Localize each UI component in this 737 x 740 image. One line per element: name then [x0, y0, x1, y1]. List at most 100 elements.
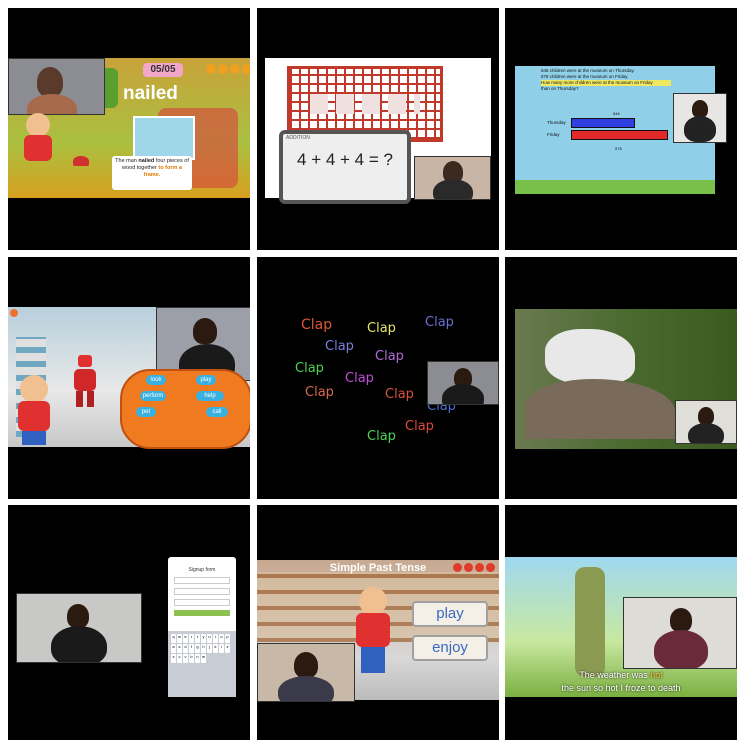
key[interactable]: o [219, 634, 224, 643]
close-button[interactable] [486, 563, 495, 572]
clap-word-4: Clap [325, 339, 354, 354]
signer-video [675, 400, 737, 444]
video-tile-clap[interactable]: Clap Clap Clap Clap Clap Clap Clap Clap … [257, 257, 499, 499]
keyboard: q w e r t y u i o p a s d f g h j k l z … [168, 631, 236, 697]
round-buttons [206, 64, 250, 74]
video-tile-nailed[interactable]: 05/05 nailed The man nailed four pieces … [8, 8, 250, 250]
robot [70, 355, 100, 407]
subtitle-line-2: the sun so hot I froze to death [561, 683, 681, 693]
bar-thursday [571, 118, 635, 128]
bar-label-friday: Friday [547, 132, 560, 137]
settings-button[interactable] [230, 64, 240, 74]
key[interactable]: r [189, 634, 194, 643]
key[interactable]: l [219, 644, 224, 653]
video-tile-robot-game[interactable]: look play perform help pet call [8, 257, 250, 499]
verb-button-look[interactable]: look [146, 375, 166, 385]
bar-friday [571, 130, 668, 140]
video-tile-multiplication[interactable]: ADDITION 4 + 4 + 4 = ? [257, 8, 499, 250]
key[interactable]: z [225, 644, 230, 653]
equation: 4 + 4 + 4 = ? [297, 150, 393, 169]
key[interactable]: v [183, 654, 188, 663]
clap-word-6: Clap [295, 361, 324, 376]
verb-button-perform[interactable]: perform [140, 391, 166, 401]
subtitle-line-1: The weather was hot [579, 670, 663, 680]
clap-word-7: Clap [345, 371, 374, 386]
key[interactable]: d [183, 644, 188, 653]
submit-button[interactable] [174, 610, 230, 616]
clap-word-2: Clap [367, 321, 396, 336]
key[interactable]: s [177, 644, 182, 653]
cartoon-boy [14, 375, 54, 445]
phone-screen: Signup form q w e r t y u i o p a s d f … [168, 557, 236, 697]
video-tile-white-tiger[interactable] [505, 257, 737, 499]
signer-body [27, 94, 77, 114]
video-tile-past-tense[interactable]: Simple Past Tense play enjoy [257, 505, 499, 740]
key[interactable]: h [201, 644, 206, 653]
grass [515, 180, 715, 194]
verb-button-play[interactable]: play [196, 375, 216, 385]
key[interactable]: g [195, 644, 200, 653]
key[interactable]: p [225, 634, 230, 643]
signer-video [16, 593, 142, 663]
signer-video [427, 361, 499, 405]
clap-word-3: Clap [425, 315, 454, 330]
clap-word-1: Clap [301, 317, 333, 333]
key[interactable]: e [183, 634, 188, 643]
key[interactable]: b [189, 654, 194, 663]
video-tile-signup-form[interactable]: Signup form q w e r t y u i o p a s d f … [8, 505, 250, 740]
clap-word-8: Clap [305, 385, 334, 400]
video-tile-word-problem[interactable]: 846 children were at the museum on Thurs… [505, 8, 737, 250]
key[interactable]: t [195, 634, 200, 643]
back-button[interactable] [10, 309, 18, 317]
vocabulary-word: nailed [123, 83, 178, 104]
key[interactable]: a [171, 644, 176, 653]
key[interactable]: k [213, 644, 218, 653]
signer-video [623, 597, 737, 669]
form-field[interactable] [174, 588, 230, 595]
verb-button-pet[interactable]: pet [136, 407, 156, 417]
tablet-label: ADDITION [286, 135, 310, 141]
key[interactable]: j [207, 644, 212, 653]
key[interactable]: q [171, 634, 176, 643]
bar-value-top: 846 [613, 111, 620, 116]
close-button[interactable] [242, 64, 250, 74]
key[interactable]: n [195, 654, 200, 663]
home-button[interactable] [206, 64, 216, 74]
bar-value-bottom: 578 [615, 146, 622, 151]
sound-button[interactable] [464, 563, 473, 572]
verb-button-play[interactable]: play [412, 601, 488, 627]
illustration-frame [133, 116, 195, 160]
clap-word-9: Clap [385, 387, 414, 402]
key[interactable]: w [177, 634, 182, 643]
signer-video [8, 58, 105, 115]
key[interactable]: c [177, 654, 182, 663]
key[interactable]: x [171, 654, 176, 663]
progress-counter: 05/05 [143, 63, 183, 77]
round-buttons [453, 563, 495, 572]
key[interactable]: u [207, 634, 212, 643]
clap-word-5: Clap [375, 349, 404, 364]
bar-label-thursday: Thursday [547, 120, 566, 125]
key[interactable]: f [189, 644, 194, 653]
form-field[interactable] [174, 577, 230, 584]
verb-button-help[interactable]: help [196, 391, 224, 401]
verb-button-call[interactable]: call [206, 407, 228, 417]
record-button[interactable] [73, 156, 89, 166]
key[interactable]: i [213, 634, 218, 643]
key[interactable]: y [201, 634, 206, 643]
form-title: Signup form [188, 567, 216, 573]
home-button[interactable] [453, 563, 462, 572]
form-field[interactable] [174, 599, 230, 606]
settings-button[interactable] [475, 563, 484, 572]
clap-word-11: Clap [405, 419, 434, 434]
verb-button-enjoy[interactable]: enjoy [412, 635, 488, 661]
tablet-display: ADDITION 4 + 4 + 4 = ? [279, 130, 411, 204]
cartoon-boy [351, 587, 393, 679]
signer-head [37, 67, 63, 97]
video-tile-story-subtitles[interactable]: The weather was hot the sun so hot I fro… [505, 505, 737, 740]
clap-word-12: Clap [367, 429, 396, 444]
sound-button[interactable] [218, 64, 228, 74]
signer-video [257, 643, 355, 702]
signer-video [414, 156, 491, 200]
key[interactable]: m [201, 654, 206, 663]
